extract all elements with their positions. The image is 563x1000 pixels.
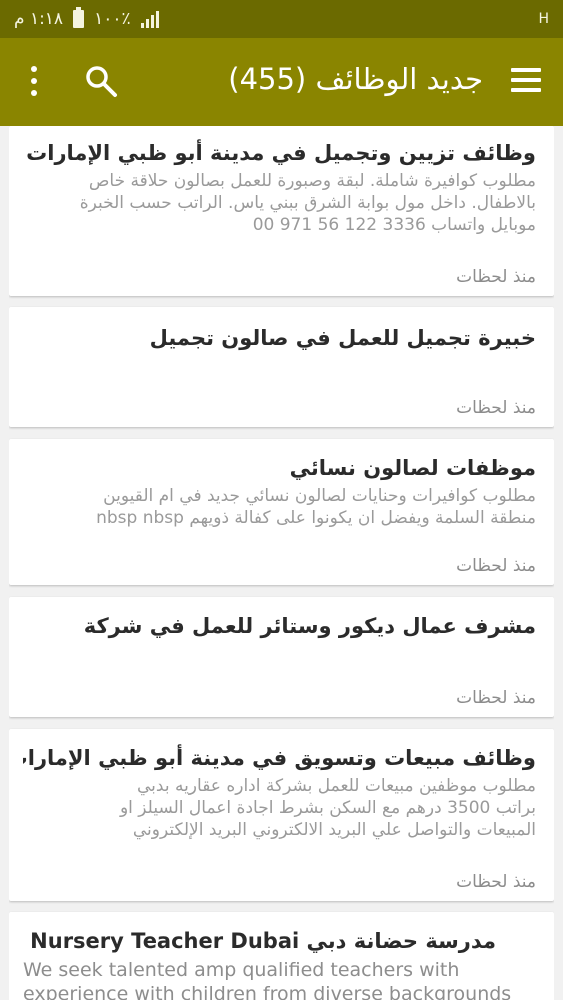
job-time: منذ لحظات (456, 556, 536, 576)
job-desc-line: المبيعات والتواصل علي البريد الالكتروني … (132, 820, 536, 840)
job-title: خبيرة تجميل للعمل في صالون تجميل (149, 326, 536, 350)
battery-icon (73, 7, 85, 28)
job-title: مدرسة حضانة دبي Nursery Teacher Dubai (30, 929, 496, 953)
search-icon[interactable] (84, 64, 118, 98)
job-desc-line: experience with children from diverse ba… (23, 983, 512, 1000)
job-desc-line: مطلوب كوافيرات وحنايات لصالون نسائي جديد… (103, 486, 536, 506)
job-desc-line: مطلوب موظفين مبيعات للعمل بشركة اداره عق… (137, 776, 536, 796)
job-time: منذ لحظات (456, 267, 536, 287)
job-title: مشرف عمال ديكور وستائر للعمل في شركة (83, 614, 536, 638)
job-desc-line: We seek talented amp qualified teachers … (23, 959, 460, 981)
job-desc-line: مطلوب كوافيرة شاملة. لبقة وصبورة للعمل ب… (88, 171, 536, 191)
job-time: منذ لحظات (456, 872, 536, 892)
job-card[interactable]: مدرسة حضانة دبي Nursery Teacher Dubai We… (9, 912, 554, 1000)
job-title: موظفات لصالون نسائي (289, 456, 536, 480)
hamburger-icon[interactable] (511, 68, 541, 92)
status-bar: ١:١٨ م ١٠٠٪ H (0, 0, 563, 38)
job-card[interactable]: موظفات لصالون نسائي مطلوب كوافيرات وحناي… (9, 439, 554, 585)
job-card[interactable]: وظائف مبيعات وتسويق في مدينة أبو ظبي الإ… (9, 729, 554, 901)
job-desc-line: براتب 3500 درهم مع السكن بشرط اجادة اعما… (119, 798, 536, 818)
status-left: ١:١٨ م ١٠٠٪ (14, 7, 159, 29)
signal-icon (140, 10, 159, 28)
job-desc-line: منطقة السلمة ويفضل ان يكونوا على كفالة ذ… (96, 508, 536, 528)
job-card[interactable]: خبيرة تجميل للعمل في صالون تجميل منذ لحظ… (9, 307, 554, 427)
app-toolbar: جديد الوظائف (455) (0, 38, 563, 126)
job-card[interactable]: مشرف عمال ديكور وستائر للعمل في شركة منذ… (9, 597, 554, 717)
jobs-list: وظائف تزيين وتجميل في مدينة أبو ظبي الإم… (9, 126, 554, 1000)
network-type-icon: H (538, 11, 549, 27)
job-time: منذ لحظات (456, 688, 536, 708)
clock: ١:١٨ م (14, 9, 64, 29)
job-title: وظائف تزيين وتجميل في مدينة أبو ظبي الإم… (26, 141, 536, 165)
job-desc-line: بالاطفال. داخل مول بوابة الشرق ببني ياس.… (79, 193, 536, 213)
job-card[interactable]: وظائف تزيين وتجميل في مدينة أبو ظبي الإم… (9, 126, 554, 296)
job-desc-line: موبايل واتساب 3336 122 56 971 00 (252, 215, 536, 235)
battery-level: ١٠٠٪ (94, 9, 131, 29)
job-time: منذ لحظات (456, 398, 536, 418)
network-type: H (538, 11, 549, 27)
job-title: وظائف مبيعات وتسويق في مدينة أبو ظبي الإ… (23, 746, 536, 770)
page-title: جديد الوظائف (455) (228, 62, 483, 96)
more-vert-icon[interactable] (28, 66, 40, 96)
